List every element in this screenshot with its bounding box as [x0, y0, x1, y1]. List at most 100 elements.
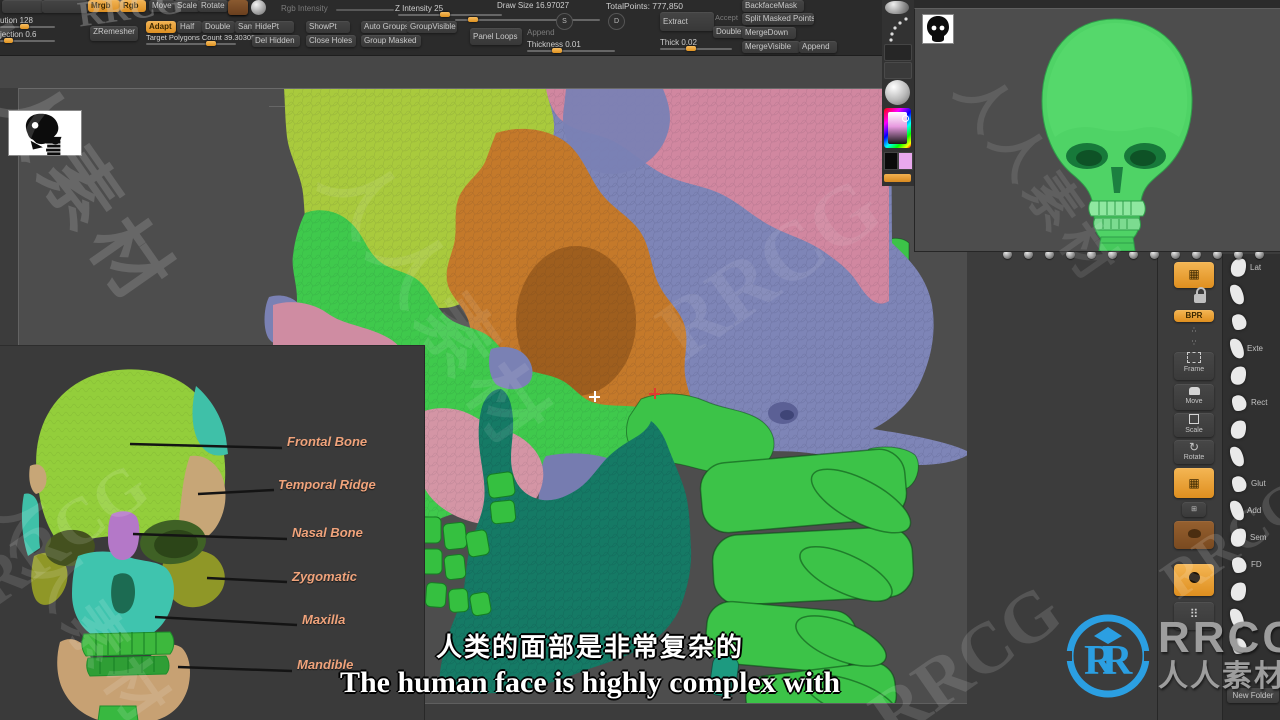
thick-knob[interactable]	[686, 46, 696, 51]
double-stamp-icon[interactable]: D	[608, 13, 625, 30]
bone-thumbnail	[1227, 282, 1247, 307]
move-view-button[interactable]: Move	[1174, 384, 1214, 410]
zremesher-button[interactable]: ZRemesher	[90, 26, 138, 41]
transp-icon: ⊞	[1191, 506, 1197, 513]
draw-size-slider-label[interactable]: Draw Size 16.97027	[497, 1, 569, 10]
merge-down-button[interactable]: MergeDown	[742, 27, 796, 39]
scale-view-button[interactable]: Scale	[1174, 413, 1214, 437]
ghost-button[interactable]	[1174, 521, 1214, 549]
split-masked-points-button[interactable]: Split Masked Points	[742, 13, 814, 25]
append-mode-label[interactable]: Append	[527, 28, 555, 37]
persp-toggle-icon[interactable]: ∴	[1174, 326, 1214, 337]
local-symmetry-button[interactable]: ▦	[1174, 468, 1214, 498]
target-polygons-knob[interactable]	[206, 41, 216, 46]
subtool-row[interactable]: Add	[1223, 497, 1280, 524]
toolbar-button-misc2[interactable]	[42, 0, 88, 13]
toolbar-button-misc1[interactable]	[2, 0, 44, 13]
transp-button[interactable]: ⊞	[1182, 502, 1206, 517]
backface-mask-button[interactable]: BackfaceMask	[742, 0, 804, 12]
thickness-track[interactable]	[527, 50, 615, 52]
z-intensity-track[interactable]	[398, 14, 502, 16]
subtool-row[interactable]	[1223, 443, 1280, 470]
single-stamp-icon[interactable]: S	[556, 13, 573, 30]
subtool-row[interactable]: Glut	[1223, 470, 1280, 497]
subtool-row[interactable]: Sem	[1223, 524, 1280, 551]
color-picker[interactable]	[884, 108, 911, 148]
panel-loops-button[interactable]: Panel Loops	[470, 28, 522, 45]
move-gizmo-button[interactable]: Move	[149, 0, 175, 12]
preview-skull-thumbnail[interactable]	[922, 14, 954, 44]
double-button[interactable]: Double	[202, 21, 235, 33]
solo-button[interactable]	[1174, 564, 1214, 596]
rgb-button[interactable]: Rgb	[120, 0, 146, 12]
group-visible-button[interactable]: GroupVisible	[407, 21, 457, 33]
rotate-gizmo-button[interactable]: Rotate	[198, 0, 228, 12]
bone-thumbnail	[1228, 526, 1249, 549]
subtool-row[interactable]: FD	[1223, 551, 1280, 578]
accept-label[interactable]: Accept	[715, 13, 738, 22]
secondary-color-swatch[interactable]	[884, 152, 898, 170]
bone-thumbnail	[1227, 444, 1247, 469]
gradient-switch-bar[interactable]	[884, 174, 911, 182]
rgb-intensity-track[interactable]	[336, 9, 394, 11]
stroke-curve-icon[interactable]	[884, 15, 912, 43]
subtool-row[interactable]: Rect	[1223, 389, 1280, 416]
append-subtool-button[interactable]: Append	[799, 41, 837, 53]
resolution-knob[interactable]	[20, 24, 29, 29]
subtool-row[interactable]	[1223, 578, 1280, 605]
target-polygons-track[interactable]	[146, 43, 236, 45]
total-points-readout: TotalPoints: 777,850	[606, 1, 684, 11]
main-color-swatch[interactable]	[898, 152, 913, 170]
frame-icon	[1174, 352, 1214, 366]
floor-toggle-icon[interactable]: ∵	[1174, 339, 1214, 350]
bpr-button[interactable]: BPR	[1174, 310, 1214, 322]
subtool-row[interactable]	[1223, 416, 1280, 443]
subtool-row[interactable]	[1223, 308, 1280, 335]
ghost-icon	[1174, 527, 1214, 541]
polyframe-button[interactable]: ▦	[1174, 262, 1214, 288]
alpha-thumbnail[interactable]	[884, 44, 912, 61]
label-maxilla: Maxilla	[302, 612, 346, 627]
subtool-row[interactable]: Exte	[1223, 335, 1280, 362]
auto-groups-button[interactable]: Auto Groups	[361, 21, 409, 33]
scale-gizmo-button[interactable]: Scale	[174, 0, 200, 12]
group-masked-button[interactable]: Group Masked	[361, 35, 421, 47]
material-preview-sphere[interactable]	[885, 80, 910, 105]
showpt-button[interactable]: ShowPt	[306, 21, 350, 33]
del-hidden-button[interactable]: Del Hidden	[252, 35, 300, 47]
half-button[interactable]: Half	[177, 21, 202, 33]
subtool-row[interactable]	[1223, 362, 1280, 389]
hidept-button[interactable]: HidePt	[252, 21, 294, 33]
material-sphere-icon[interactable]	[251, 0, 266, 15]
canvas-right-shelf	[882, 0, 914, 186]
texture-thumbnail[interactable]	[884, 62, 912, 79]
bone-thumbnail	[1227, 336, 1247, 361]
merge-visible-button[interactable]: MergeVisible	[742, 41, 800, 53]
thick-track[interactable]	[660, 48, 732, 50]
frame-button[interactable]: Frame	[1174, 352, 1214, 380]
skull-silhouette-icon	[927, 16, 949, 42]
draw-size-knob[interactable]	[468, 17, 478, 22]
rgb-intensity-slider-label[interactable]: Rgb Intensity	[281, 4, 328, 13]
adapt-button[interactable]: Adapt	[146, 21, 176, 33]
projection-knob[interactable]	[4, 38, 13, 43]
current-brush-thumbnail[interactable]	[228, 0, 248, 15]
subtool-row[interactable]	[1223, 281, 1280, 308]
label-nasal-bone: Nasal Bone	[292, 525, 363, 540]
logo-brand-text: RRCG	[1158, 613, 1280, 662]
anatomy-reference-panel: Frontal Bone Temporal Ridge Nasal Bone Z…	[0, 345, 425, 720]
thickness-knob[interactable]	[552, 48, 562, 53]
extract-button[interactable]: Extract	[660, 12, 714, 31]
target-polygons-slider-label[interactable]: Target Polygons Count 39.30305	[146, 33, 255, 42]
rotate-view-button[interactable]: ↻ Rotate	[1174, 440, 1214, 464]
mrgb-button[interactable]: Mrgb	[88, 0, 120, 12]
logo-brand-cn-text: 人人素材	[1158, 660, 1280, 693]
brush-ball-icon[interactable]	[885, 1, 909, 14]
close-holes-button[interactable]: Close Holes	[306, 35, 356, 47]
grid-icon: ▦	[1188, 476, 1200, 490]
reference-image-thumbnail[interactable]	[8, 110, 82, 156]
model-preview-panel[interactable]	[914, 8, 1280, 252]
z-intensity-knob[interactable]	[440, 12, 450, 17]
z-intensity-slider-label[interactable]: Z Intensity 25	[395, 4, 443, 13]
color-picker-cursor[interactable]	[902, 115, 909, 122]
